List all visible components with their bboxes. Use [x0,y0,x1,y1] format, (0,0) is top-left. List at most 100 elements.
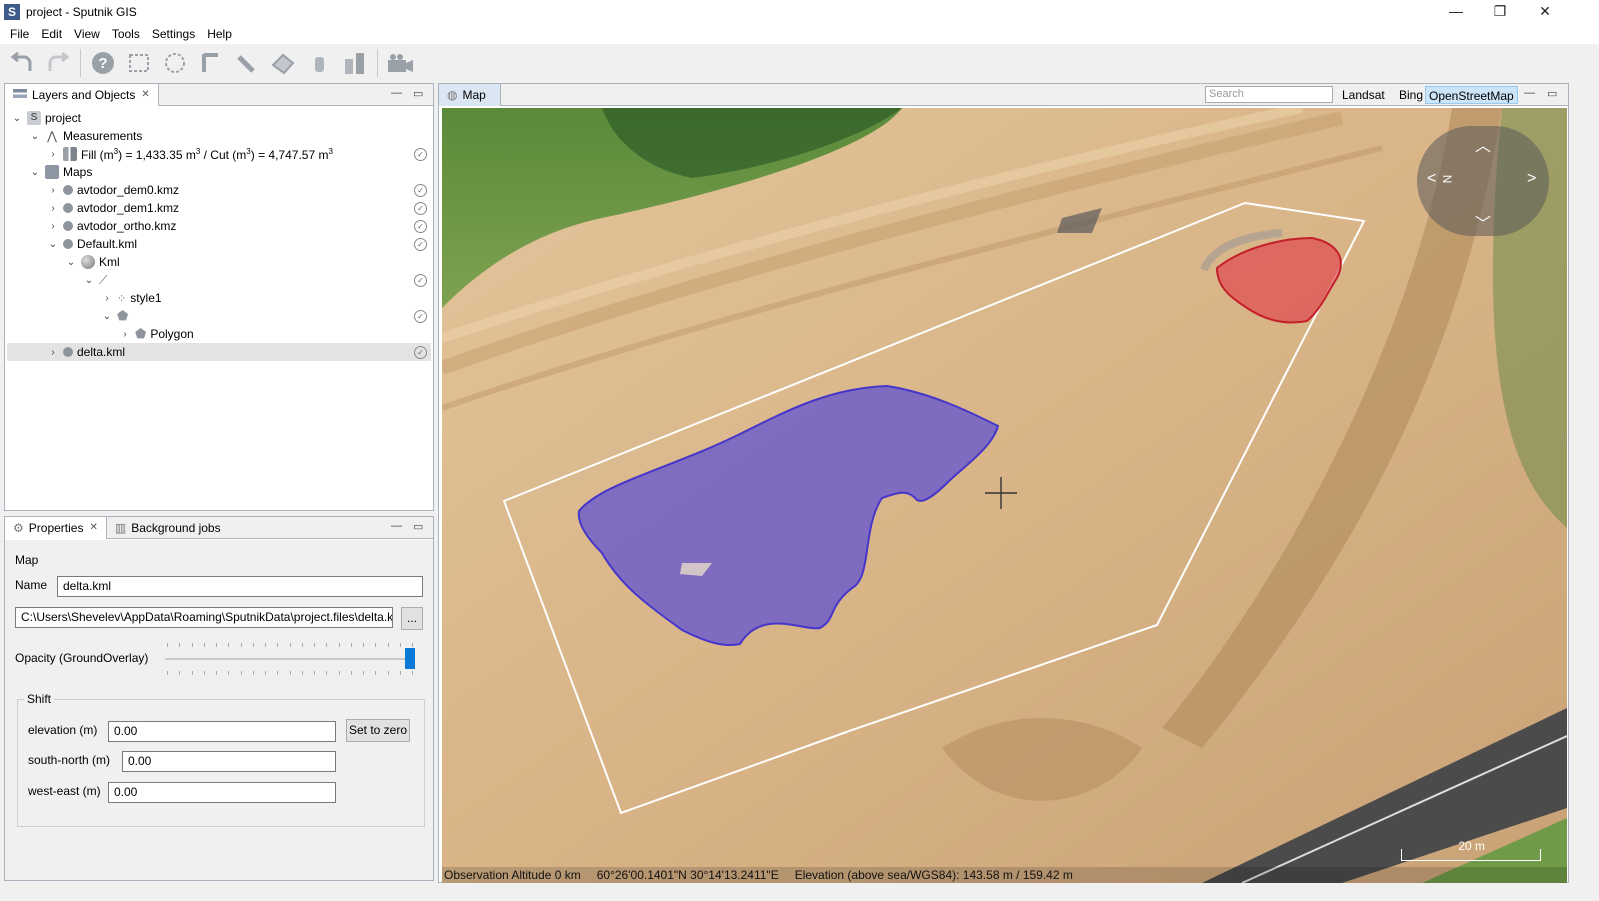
minimize-button[interactable]: — [1434,0,1478,22]
chevron-down-icon[interactable]: ⌄ [29,167,41,178]
tab-map[interactable]: ◍ Map [439,84,501,106]
lasso-select-icon[interactable] [157,46,193,80]
area-icon[interactable] [265,46,301,80]
visibility-checkbox[interactable]: ✓ [414,309,427,323]
close-icon[interactable]: ✕ [89,522,97,533]
basemap-landsat[interactable]: Landsat [1339,86,1388,104]
shift-group: Shift elevation (m) 0.00 Set to zero sou… [17,692,425,827]
rect-select-icon[interactable] [121,46,157,80]
west-east-label: west-east (m) [28,784,101,798]
menu-file[interactable]: File [4,27,35,41]
chevron-down-icon[interactable]: ⌄ [83,275,95,286]
tree-item-project[interactable]: ⌄ S project [7,109,431,127]
basemap-openstreetmap[interactable]: OpenStreetMap [1425,86,1518,104]
tree-item-measurements[interactable]: ⌄ ⋀ Measurements [7,127,431,145]
chevron-down-icon[interactable]: ⌄ [101,311,113,322]
chevron-down-icon[interactable]: ⌄ [65,257,77,268]
visibility-checkbox[interactable]: ✓ [414,219,427,233]
ruler-angle-icon[interactable] [193,46,229,80]
west-east-field[interactable]: 0.00 [108,782,336,803]
chevron-down-icon[interactable]: ⌄ [47,239,59,250]
browse-button[interactable]: ... [401,607,423,630]
navigation-compass[interactable]: ︿ ﹀ < > N [1417,126,1549,236]
south-north-field[interactable]: 0.00 [122,751,336,772]
tree-item-map[interactable]: › avtodor_dem0.kmz ✓ [7,181,431,199]
pan-right-icon[interactable]: > [1527,170,1536,188]
pan-up-icon[interactable]: ︿ [1475,132,1491,156]
tab-properties[interactable]: ⚙ Properties ✕ [5,516,107,539]
close-button[interactable]: ✕ [1523,0,1567,22]
redo-icon[interactable] [40,46,76,80]
tree-item-maps[interactable]: ⌄ Maps [7,163,431,181]
toolbar-separator [80,49,81,77]
chevron-down-icon[interactable]: ⌄ [29,131,41,142]
cylinder-icon[interactable] [301,46,337,80]
maximize-panel-icon[interactable]: ▭ [1547,87,1557,100]
minimize-panel-icon[interactable]: — [1524,87,1535,99]
visibility-checkbox[interactable]: ✓ [414,201,427,215]
opacity-slider-thumb[interactable] [405,648,415,669]
menu-tools[interactable]: Tools [106,27,146,41]
tree-item-placemark[interactable]: ⌄ ⬟ ✓ [7,307,431,325]
pan-down-icon[interactable]: ﹀ [1475,210,1491,234]
maximize-panel-icon[interactable]: ▭ [413,87,423,100]
chevron-right-icon[interactable]: › [101,293,113,304]
maximize-button[interactable]: ❐ [1478,0,1522,22]
menu-view[interactable]: View [68,27,106,41]
tree-item-map[interactable]: › avtodor_dem1.kmz ✓ [7,199,431,217]
visibility-checkbox[interactable]: ✓ [414,147,427,161]
help-icon[interactable]: ? [85,46,121,80]
layers-panel: Layers and Objects ✕ — ▭ ⌄ S project ⌄ ⋀… [4,83,434,511]
camera-icon[interactable] [382,46,418,80]
tab-layers-and-objects[interactable]: Layers and Objects ✕ [5,83,159,106]
chevron-right-icon[interactable]: › [47,185,59,196]
project-icon: S [27,111,41,125]
tree-item-map-selected[interactable]: › delta.kml ✓ [7,343,431,361]
chevron-right-icon[interactable]: › [47,203,59,214]
minimize-panel-icon[interactable]: — [391,87,402,99]
tree-item-label: project [45,111,82,125]
chevron-right-icon[interactable]: › [47,221,59,232]
tab-label: Layers and Objects [32,87,136,102]
pan-left-icon[interactable]: < [1427,170,1436,188]
visibility-checkbox[interactable]: ✓ [414,345,427,359]
undo-icon[interactable] [4,46,40,80]
tree-item-fill-cut[interactable]: › Fill (m3) = 1,433.35 m3 / Cut (m3) = 4… [7,145,431,163]
layers-tree: ⌄ S project ⌄ ⋀ Measurements › Fill (m 3)… [7,108,431,508]
text-part: Fill (m [81,147,114,162]
map-canvas[interactable]: ︿ ﹀ < > N 20 m Observation Altitude 0 km… [442,108,1567,883]
svg-text:?: ? [98,55,107,72]
tree-item-polygon[interactable]: › ⬟ Polygon [7,325,431,343]
menu-help[interactable]: Help [201,27,238,41]
chevron-down-icon[interactable]: ⌄ [11,113,23,124]
name-field[interactable]: delta.kml [57,576,423,597]
tree-item-map[interactable]: › avtodor_ortho.kmz ✓ [7,217,431,235]
tree-item-document[interactable]: ⌄ ⟋ ✓ [7,271,431,289]
path-field[interactable]: C:\Users\Shevelev\AppData\Roaming\Sputni… [15,607,393,628]
volume-icon[interactable] [337,46,373,80]
globe-icon [63,203,73,213]
maximize-panel-icon[interactable]: ▭ [413,520,423,533]
chevron-right-icon[interactable]: › [47,149,59,160]
set-to-zero-button[interactable]: Set to zero [346,719,410,742]
tree-item-style[interactable]: › ⁘ style1 [7,289,431,307]
elevation-field[interactable]: 0.00 [108,721,336,742]
tree-item-kml[interactable]: ⌄ Kml [7,253,431,271]
chevron-right-icon[interactable]: › [47,347,59,358]
menu-edit[interactable]: Edit [35,27,68,41]
layers-tabbar: Layers and Objects ✕ — ▭ [5,83,433,106]
visibility-checkbox[interactable]: ✓ [414,183,427,197]
minimize-panel-icon[interactable]: — [391,520,402,532]
ruler-icon[interactable] [229,46,265,80]
opacity-slider-track[interactable] [165,658,415,660]
tab-background-jobs[interactable]: ▥ Background jobs [107,517,229,539]
close-icon[interactable]: ✕ [141,89,149,100]
map-search-input[interactable]: Search [1205,86,1333,103]
sup-part: 3 [328,146,333,156]
chevron-right-icon[interactable]: › [119,329,131,340]
menu-settings[interactable]: Settings [146,27,201,41]
visibility-checkbox[interactable]: ✓ [414,273,427,287]
visibility-checkbox[interactable]: ✓ [414,237,427,251]
tree-item-map[interactable]: ⌄ Default.kml ✓ [7,235,431,253]
basemap-bing[interactable]: Bing [1396,86,1426,104]
